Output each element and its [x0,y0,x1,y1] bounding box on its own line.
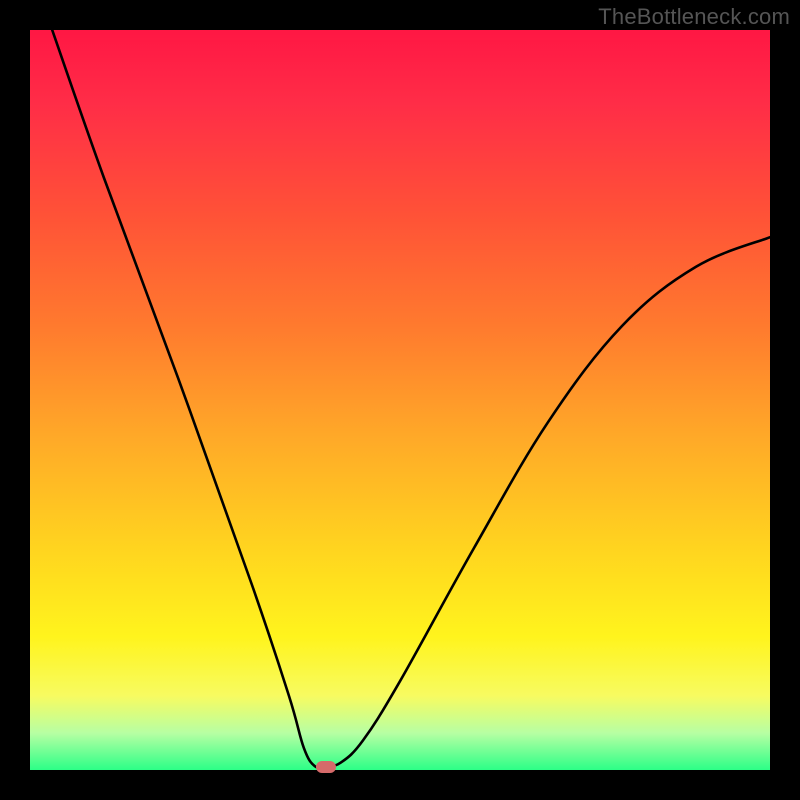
curve-path [52,30,770,768]
chart-container: TheBottleneck.com [0,0,800,800]
bottleneck-curve [30,30,770,770]
watermark-text: TheBottleneck.com [598,4,790,30]
bottom-marker [316,761,336,773]
